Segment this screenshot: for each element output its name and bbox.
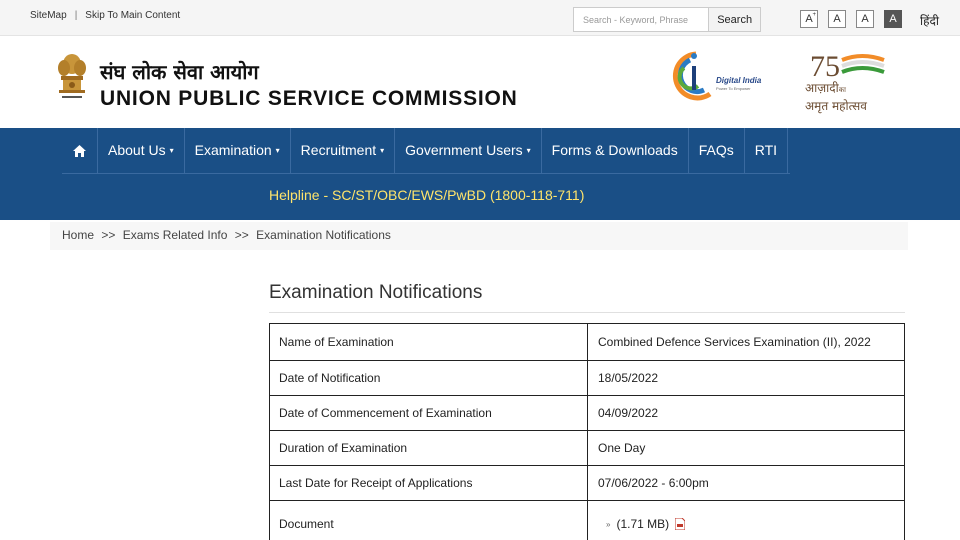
table-cell-value: » (1.71 MB) bbox=[587, 500, 905, 540]
table-row-document: Document » (1.71 MB) bbox=[269, 500, 905, 540]
nav-about-us[interactable]: About Us ▾ bbox=[98, 128, 185, 174]
font-normal-button[interactable]: A bbox=[828, 10, 846, 28]
language-toggle-link[interactable]: हिंदी bbox=[920, 12, 939, 29]
digital-india-label: Digital India bbox=[716, 76, 762, 85]
national-emblem-icon bbox=[58, 54, 86, 98]
skip-to-main-link[interactable]: Skip To Main Content bbox=[85, 10, 180, 21]
notification-table: Name of Examination Combined Defence Ser… bbox=[269, 323, 905, 540]
table-cell-label: Date of Commencement of Examination bbox=[269, 395, 588, 431]
nav-forms-downloads[interactable]: Forms & Downloads bbox=[542, 128, 689, 174]
table-row: Date of Commencement of Examination 04/0… bbox=[269, 395, 905, 431]
nav-examination-label: Examination bbox=[194, 142, 272, 158]
breadcrumb-separator: >> bbox=[234, 228, 249, 242]
home-icon bbox=[73, 145, 86, 158]
breadcrumb: Home >> Exams Related Info >> Examinatio… bbox=[62, 228, 395, 242]
main-nav: About Us ▾ Examination ▾ Recruitment ▾ Gove… bbox=[62, 128, 789, 174]
nav-faqs[interactable]: FAQs bbox=[689, 128, 745, 174]
top-links: SiteMap | Skip To Main Content bbox=[30, 10, 180, 21]
font-dark-contrast-button[interactable]: A bbox=[884, 10, 902, 28]
table-cell-label: Date of Notification bbox=[269, 360, 588, 396]
table-cell-label: Last Date for Receipt of Applications bbox=[269, 465, 588, 501]
nav-rti[interactable]: RTI bbox=[745, 128, 789, 174]
azadi-line2: अमृत महोत्सव bbox=[805, 99, 867, 113]
azadi-ka-amrit-mahotsav-text: आज़ादीका अमृत महोत्सव bbox=[805, 80, 867, 114]
font-increase-sup: + bbox=[812, 12, 816, 18]
search-box: Search bbox=[573, 7, 761, 32]
document-link[interactable]: » (1.71 MB) bbox=[598, 517, 895, 531]
nav-recruitment-label: Recruitment bbox=[300, 142, 377, 158]
table-row: Last Date for Receipt of Applications 07… bbox=[269, 465, 905, 501]
breadcrumb-current: Examination Notifications bbox=[256, 228, 391, 242]
chevron-down-icon: ▾ bbox=[380, 146, 385, 156]
org-title-hindi: संघ लोक सेवा आयोग bbox=[100, 60, 259, 84]
search-button[interactable]: Search bbox=[708, 8, 760, 31]
table-cell-label: Document bbox=[269, 500, 588, 540]
digital-india-tagline: Power To Empower bbox=[716, 86, 751, 91]
chevron-down-icon: ▾ bbox=[275, 146, 280, 156]
breadcrumb-separator: >> bbox=[101, 228, 116, 242]
nav-forms-downloads-label: Forms & Downloads bbox=[551, 142, 678, 158]
table-row: Duration of Examination One Day bbox=[269, 430, 905, 466]
nav-faqs-label: FAQs bbox=[698, 142, 734, 158]
sitemap-link[interactable]: SiteMap bbox=[30, 10, 67, 21]
nav-divider bbox=[62, 173, 790, 174]
breadcrumb-exams-related-info[interactable]: Exams Related Info bbox=[123, 228, 228, 242]
azadi-ka: का bbox=[838, 86, 846, 94]
table-cell-value: Combined Defence Services Examination (I… bbox=[587, 323, 905, 361]
table-row: Date of Notification 18/05/2022 bbox=[269, 360, 905, 396]
top-links-separator: | bbox=[74, 10, 78, 21]
nav-examination[interactable]: Examination ▾ bbox=[185, 128, 291, 174]
font-size-controls: A + A A A bbox=[800, 10, 902, 28]
main-navbar: About Us ▾ Examination ▾ Recruitment ▾ Gove… bbox=[0, 128, 960, 220]
table-cell-value: 04/09/2022 bbox=[587, 395, 905, 431]
helpline-link[interactable]: Helpline - SC/ST/OBC/EWS/PwBD (1800-118-… bbox=[269, 187, 584, 203]
nav-home[interactable] bbox=[62, 128, 98, 174]
nav-government-users-label: Government Users bbox=[405, 142, 523, 158]
chevron-down-icon: ▾ bbox=[169, 146, 174, 156]
search-input[interactable] bbox=[574, 8, 709, 31]
document-size[interactable]: (1.71 MB) bbox=[616, 517, 669, 531]
nav-recruitment[interactable]: Recruitment ▾ bbox=[291, 128, 396, 174]
table-cell-value: 18/05/2022 bbox=[587, 360, 905, 396]
table-cell-label: Name of Examination bbox=[269, 323, 588, 361]
top-utility-bar: SiteMap | Skip To Main Content Search A+… bbox=[0, 0, 960, 36]
page-title: Examination Notifications bbox=[269, 282, 483, 303]
nav-about-us-label: About Us bbox=[108, 142, 166, 158]
org-title-english: UNION PUBLIC SERVICE COMMISSION bbox=[100, 87, 518, 110]
site-header: संघ लोक सेवा आयोग UNION PUBLIC SERVICE C… bbox=[0, 36, 960, 128]
title-divider bbox=[269, 312, 905, 313]
table-cell-value: One Day bbox=[587, 430, 905, 466]
pdf-icon[interactable] bbox=[675, 518, 686, 530]
table-row: Name of Examination Combined Defence Ser… bbox=[269, 323, 905, 361]
breadcrumb-home[interactable]: Home bbox=[62, 228, 94, 242]
nav-rti-label: RTI bbox=[754, 142, 778, 158]
azadi-line1: आज़ादी bbox=[805, 81, 839, 95]
table-cell-value: 07/06/2022 - 6:00pm bbox=[587, 465, 905, 501]
font-light-contrast-button[interactable]: A bbox=[856, 10, 874, 28]
chevron-down-icon: ▾ bbox=[526, 146, 531, 156]
bullet-icon: » bbox=[606, 519, 611, 529]
azadi-75-label: 75 bbox=[810, 50, 840, 83]
nav-government-users[interactable]: Government Users ▾ bbox=[395, 128, 542, 174]
table-cell-label: Duration of Examination bbox=[269, 430, 588, 466]
font-increase-button[interactable]: A + bbox=[800, 10, 818, 28]
